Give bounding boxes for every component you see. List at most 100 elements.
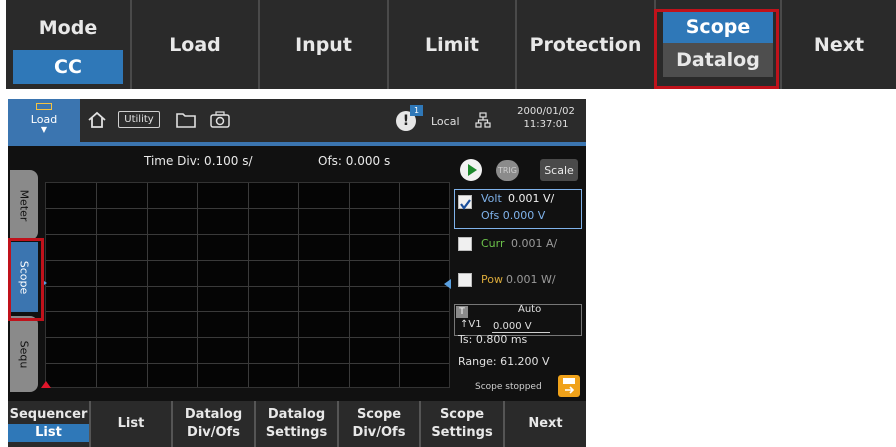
sample-time: Ts: 0.800 ms bbox=[458, 333, 528, 346]
grid-line bbox=[46, 234, 449, 235]
mode-label: Mode bbox=[38, 16, 98, 39]
scope-datalog-softkey[interactable]: Scope Datalog bbox=[656, 0, 782, 89]
softkey-top-label: List bbox=[117, 416, 145, 431]
volt-checkbox[interactable] bbox=[458, 195, 472, 210]
grid-line bbox=[96, 183, 97, 387]
sequencer-list-softkey[interactable]: Sequencer List bbox=[8, 401, 91, 447]
trigger-source: ↑V1 bbox=[460, 319, 482, 330]
trigger-t-badge: T bbox=[456, 306, 468, 318]
load-icon bbox=[36, 103, 52, 110]
play-icon bbox=[468, 164, 477, 176]
folder-icon[interactable] bbox=[174, 109, 198, 131]
grid-line bbox=[248, 183, 249, 387]
tab-sequ-label: Sequ bbox=[17, 340, 31, 368]
trig-button[interactable]: TRIG bbox=[496, 160, 519, 181]
grid-line bbox=[46, 337, 449, 338]
softkey-bottom-label: Div/Ofs bbox=[187, 425, 240, 440]
tab-scope-label: Scope bbox=[17, 260, 31, 294]
device-screen: Load ▼ Utility ! 1 Local 2000/01/02 11:3… bbox=[8, 99, 586, 447]
scale-label: Scale bbox=[544, 163, 574, 177]
load-softkey[interactable]: Load bbox=[132, 0, 260, 89]
trig-label: TRIG bbox=[497, 166, 517, 175]
softkey-top-label: Datalog bbox=[267, 407, 326, 422]
limit-softkey-label: Limit bbox=[424, 33, 479, 56]
pow-name: Pow bbox=[481, 273, 503, 286]
tab-meter-label: Meter bbox=[17, 189, 31, 221]
softkey-top-label: Datalog bbox=[184, 407, 243, 422]
utility-button[interactable]: Utility bbox=[118, 111, 160, 128]
local-label[interactable]: Local bbox=[431, 113, 460, 129]
voltage-range: Range: 61.200 V bbox=[458, 355, 550, 368]
scope-plot[interactable] bbox=[45, 182, 450, 388]
home-icon[interactable] bbox=[86, 109, 108, 131]
volt-div: 0.001 V/ bbox=[508, 192, 555, 205]
utility-label: Utility bbox=[124, 114, 154, 125]
grid-line bbox=[147, 183, 148, 387]
bottom-next-softkey[interactable]: Next bbox=[505, 401, 586, 447]
scale-button[interactable]: Scale bbox=[540, 159, 578, 181]
mode-softkey[interactable]: Mode CC bbox=[6, 0, 132, 89]
grid-line bbox=[46, 311, 449, 312]
date-text: 2000/01/02 bbox=[517, 106, 575, 117]
softkey-top-label: Scope bbox=[356, 407, 402, 422]
grid-line bbox=[349, 183, 350, 387]
input-softkey-label: Input bbox=[295, 33, 352, 56]
protection-softkey-label: Protection bbox=[529, 33, 642, 56]
channel-marker-left bbox=[41, 279, 47, 287]
datalog-settings-softkey[interactable]: Datalog Settings bbox=[256, 401, 339, 447]
volt-offset: Ofs 0.000 V bbox=[481, 209, 546, 222]
tab-scope[interactable]: Scope bbox=[10, 242, 38, 312]
softkey-bottom-label: Div/Ofs bbox=[352, 425, 406, 440]
grid-line bbox=[46, 286, 449, 287]
scope-state: Scope stopped bbox=[475, 382, 542, 392]
remote-badge: 1 bbox=[410, 105, 423, 116]
input-softkey[interactable]: Input bbox=[260, 0, 389, 89]
next-softkey-label: Next bbox=[813, 33, 865, 56]
softkey-bottom-label: Settings bbox=[431, 425, 493, 440]
side-tabs: Meter Scope Sequ bbox=[8, 146, 40, 398]
scope-settings-softkey[interactable]: Scope Settings bbox=[421, 401, 505, 447]
chevron-down-icon: ▼ bbox=[40, 125, 48, 134]
list-softkey[interactable]: List bbox=[91, 401, 173, 447]
top-softkey-bar: Mode CC Load Input Limit Protection Scop… bbox=[6, 0, 896, 89]
softkey-top-label: Next bbox=[528, 416, 563, 431]
load-softkey-label: Load bbox=[169, 33, 221, 56]
volt-name: Volt bbox=[481, 192, 502, 205]
scope-option[interactable]: Scope bbox=[663, 11, 773, 43]
limit-softkey[interactable]: Limit bbox=[389, 0, 517, 89]
datalog-option[interactable]: Datalog bbox=[663, 43, 773, 77]
time-div-readout: Time Div: 0.100 s/ bbox=[144, 154, 253, 168]
curr-name: Curr bbox=[481, 237, 505, 250]
grid-line bbox=[197, 183, 198, 387]
softkey-bottom-label: Settings bbox=[265, 425, 328, 440]
grid-line bbox=[46, 363, 449, 364]
network-icon bbox=[474, 111, 492, 129]
pow-div: 0.001 W/ bbox=[506, 273, 556, 286]
save-icon[interactable] bbox=[558, 375, 580, 397]
trigger-level-marker bbox=[444, 279, 451, 289]
grid-line bbox=[46, 260, 449, 261]
mode-value: CC bbox=[13, 49, 123, 84]
checkmark-icon bbox=[460, 199, 471, 210]
load-menu-button[interactable]: Load ▼ bbox=[8, 99, 80, 146]
datalog-divofs-softkey[interactable]: Datalog Div/Ofs bbox=[173, 401, 256, 447]
run-button[interactable] bbox=[460, 159, 482, 181]
time-text: 11:37:01 bbox=[523, 119, 569, 130]
camera-icon[interactable] bbox=[208, 109, 232, 131]
tab-sequ[interactable]: Sequ bbox=[10, 316, 38, 392]
pow-checkbox[interactable] bbox=[458, 273, 472, 287]
softkey-top-label: Scope bbox=[439, 407, 485, 422]
datetime: 2000/01/02 11:37:01 bbox=[508, 105, 584, 131]
softkey-bottom-label: List bbox=[8, 424, 89, 442]
scope-divofs-softkey[interactable]: Scope Div/Ofs bbox=[339, 401, 421, 447]
trigger-mode: Auto bbox=[518, 304, 542, 315]
curr-checkbox[interactable] bbox=[458, 237, 472, 251]
time-offset-readout: Ofs: 0.000 s bbox=[318, 154, 391, 168]
grid-line bbox=[46, 208, 449, 209]
protection-softkey[interactable]: Protection bbox=[517, 0, 656, 89]
bottom-softkey-bar: Sequencer List List Datalog Div/Ofs Data… bbox=[8, 401, 586, 447]
grid-line bbox=[298, 183, 299, 387]
status-underline bbox=[80, 142, 586, 146]
tab-meter[interactable]: Meter bbox=[10, 170, 38, 240]
next-softkey[interactable]: Next bbox=[782, 0, 896, 89]
